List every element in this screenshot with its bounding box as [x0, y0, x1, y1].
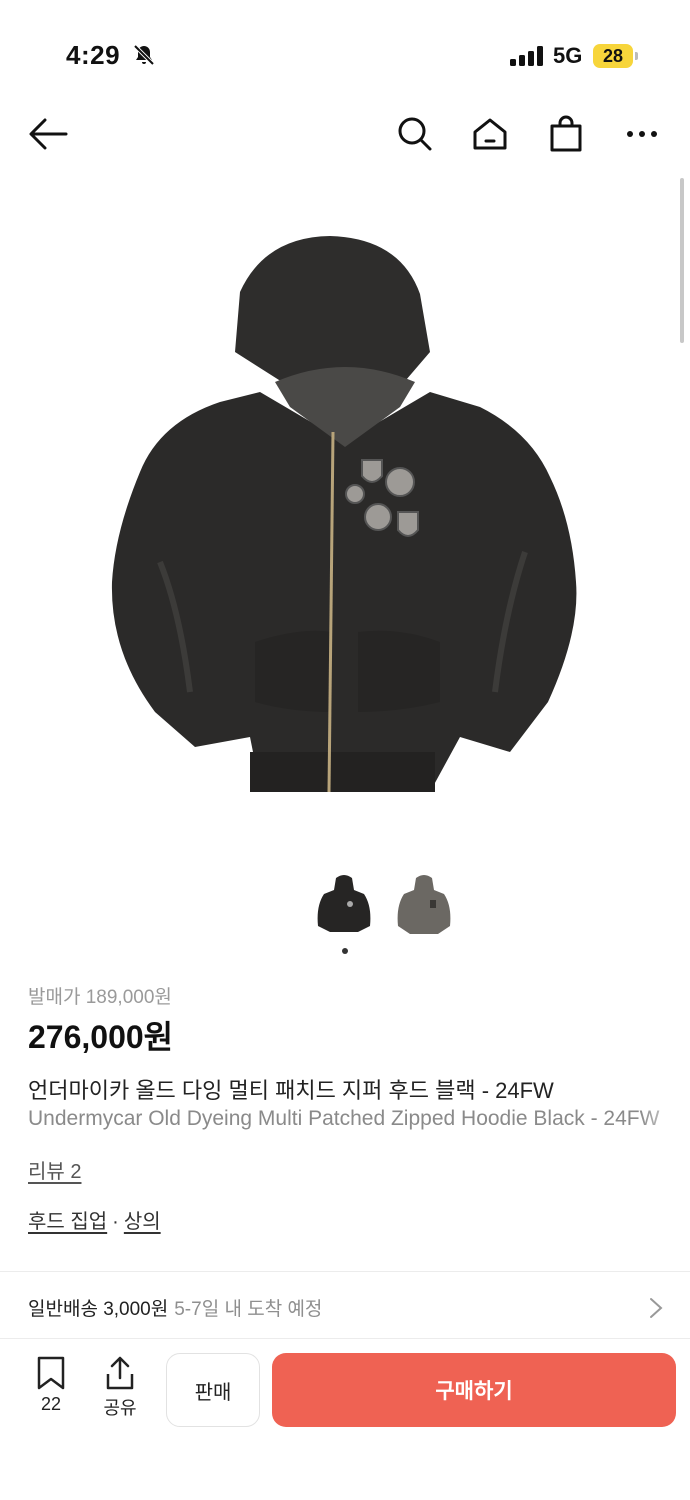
battery-tip — [635, 52, 638, 60]
shipping-eta: 5-7일 내 도착 예정 — [174, 1299, 323, 1320]
share-label: 공유 — [103, 1398, 137, 1418]
category-link-hood-zipup[interactable]: 후드 집업 — [28, 1211, 107, 1233]
review-link[interactable]: 리뷰 2 — [28, 1155, 81, 1184]
carousel-indicator — [342, 948, 348, 954]
bell-muted-icon — [133, 44, 155, 66]
back-button[interactable] — [26, 110, 70, 158]
category-breadcrumb: 후드 집업 · 상의 — [28, 1205, 161, 1234]
bottom-action-bar: 22 공유 판매 구매하기 — [0, 1340, 690, 1500]
title-fade — [640, 1100, 690, 1136]
more-icon — [627, 131, 657, 137]
scroll-indicator — [680, 178, 684, 343]
shopping-bag-icon — [550, 115, 582, 152]
save-count: 22 — [40, 1394, 62, 1414]
back-arrow-icon — [29, 118, 68, 150]
divider — [0, 1338, 690, 1339]
home-icon — [473, 118, 507, 150]
buy-button[interactable]: 구매하기 — [272, 1353, 676, 1427]
sell-button[interactable]: 판매 — [166, 1353, 260, 1427]
search-button[interactable] — [393, 110, 437, 158]
search-icon — [398, 117, 432, 151]
battery-indicator: 28 — [593, 44, 633, 68]
category-link-top[interactable]: 상의 — [124, 1211, 161, 1233]
cart-button[interactable] — [544, 110, 588, 158]
top-nav — [0, 110, 690, 160]
release-price: 발매가 189,000원 — [28, 987, 172, 1008]
shipping-info[interactable]: 일반배송 3,000원 5-7일 내 도착 예정 — [28, 1294, 322, 1321]
home-button[interactable] — [468, 110, 512, 158]
product-title-english: Undermycar Old Dyeing Multi Patched Zipp… — [28, 1107, 660, 1130]
share-icon — [106, 1356, 134, 1390]
chevron-right-icon[interactable] — [648, 1296, 664, 1320]
network-type: 5G — [553, 43, 583, 68]
product-price: 276,000원 — [28, 1019, 174, 1055]
bookmark-icon — [37, 1356, 65, 1390]
product-image[interactable] — [100, 232, 590, 812]
save-button[interactable]: 22 — [23, 1352, 79, 1422]
thumbnail-2[interactable] — [394, 870, 454, 942]
shipping-label: 일반배송 3,000원 — [28, 1299, 169, 1320]
status-bar: 4:29 5G 28 — [0, 0, 690, 110]
category-separator: · — [112, 1211, 119, 1233]
signal-icon — [510, 46, 543, 66]
thumbnail-1[interactable] — [314, 870, 374, 942]
more-button[interactable] — [620, 110, 664, 158]
share-button[interactable]: 공유 — [92, 1352, 148, 1422]
divider — [0, 1271, 690, 1272]
status-time: 4:29 — [66, 40, 121, 70]
product-title-korean: 언더마이카 올드 다잉 멀티 패치드 지퍼 후드 블랙 - 24FW — [28, 1078, 554, 1103]
